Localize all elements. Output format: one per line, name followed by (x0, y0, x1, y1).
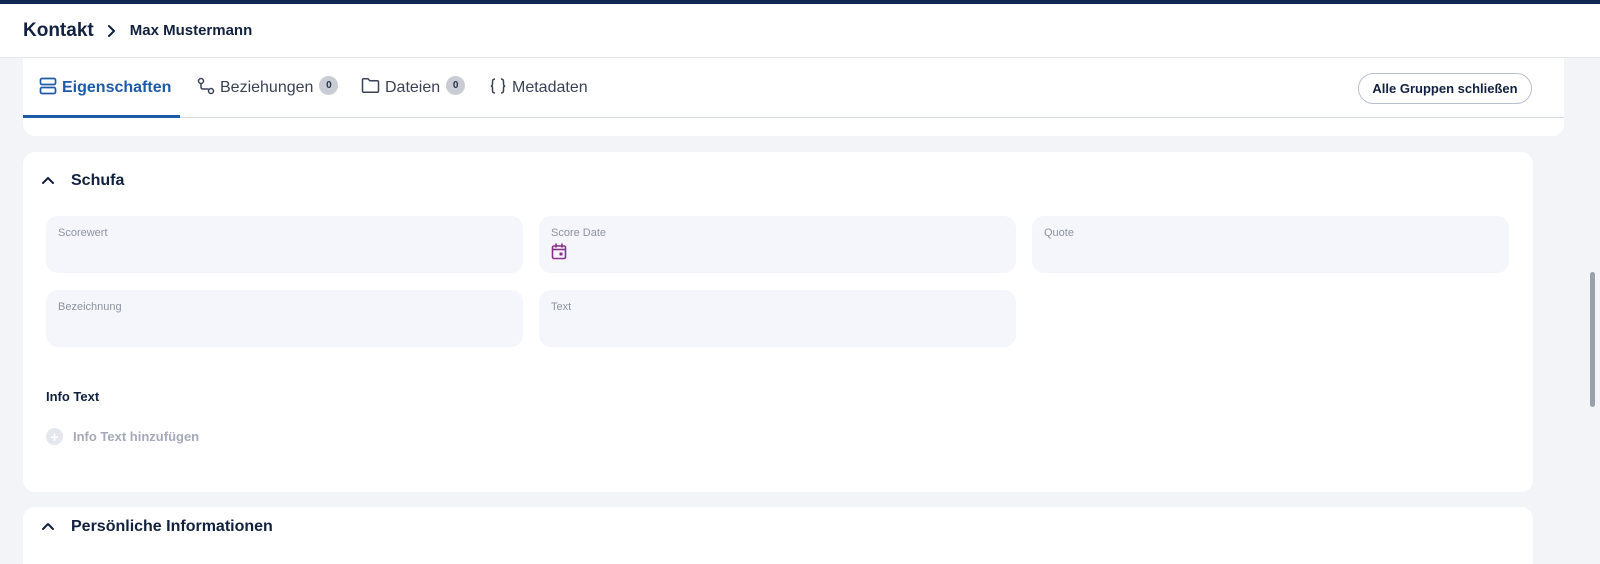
tab-label: Eigenschaften (62, 79, 172, 96)
group-title: Schufa (71, 172, 125, 189)
score-date-field[interactable]: Score Date (539, 216, 1016, 273)
folder-icon (361, 77, 385, 99)
field-label: Scorewert (58, 227, 108, 239)
quote-field[interactable]: Quote (1032, 216, 1509, 273)
tab-metadaten[interactable]: Metadaten (489, 58, 588, 118)
scrollbar-thumb[interactable] (1590, 272, 1595, 407)
tab-beziehungen[interactable]: Beziehungen 0 (197, 58, 339, 118)
tab-label: Dateien (385, 79, 441, 96)
add-info-text-button[interactable]: + Info Text hinzufügen (46, 428, 199, 445)
field-label: Score Date (551, 227, 607, 239)
group-title: Persönliche Informationen (71, 518, 273, 535)
stack-icon (39, 77, 62, 100)
tab-bar: Eigenschaften Beziehungen 0 Dateien 0 Me… (23, 58, 1564, 118)
bezeichnung-field[interactable]: Bezeichnung (46, 290, 523, 347)
tab-dateien[interactable]: Dateien 0 (361, 58, 466, 118)
group-persoenliche-informationen: Persönliche Informationen (23, 507, 1533, 564)
count-badge: 0 (446, 75, 466, 95)
info-text-title: Info Text (46, 389, 100, 404)
tab-label: Metadaten (512, 79, 588, 96)
breadcrumb-root[interactable]: Kontakt (23, 20, 94, 42)
field-label: Quote (1044, 227, 1074, 239)
tabs-card: Eigenschaften Beziehungen 0 Dateien 0 Me… (23, 58, 1564, 136)
active-tab-indicator (23, 115, 180, 118)
count-badge: 0 (319, 75, 339, 95)
plus-circle-icon: + (46, 428, 63, 445)
chevron-up-icon (41, 172, 55, 190)
calendar-icon[interactable] (551, 243, 567, 265)
field-label: Text (551, 301, 572, 313)
collapse-all-button[interactable]: Alle Gruppen schließen (1358, 73, 1532, 104)
chevron-right-icon (106, 24, 116, 38)
field-label: Bezeichnung (58, 301, 122, 313)
chevron-up-icon (41, 518, 55, 536)
header: Kontakt Max Mustermann (0, 4, 1600, 58)
tab-eigenschaften[interactable]: Eigenschaften (39, 58, 171, 118)
relation-icon (197, 77, 220, 100)
breadcrumb-current: Max Mustermann (129, 22, 253, 39)
scorewert-field[interactable]: Scorewert (46, 216, 523, 273)
add-info-text-label: Info Text hinzufügen (73, 429, 200, 444)
group-header-persoenliche-informationen[interactable]: Persönliche Informationen (41, 508, 273, 546)
tab-label: Beziehungen (220, 79, 314, 96)
group-schufa: Schufa Scorewert Score Date Quote Bezeic… (23, 152, 1533, 492)
braces-icon (489, 77, 512, 100)
text-field[interactable]: Text (539, 290, 1016, 347)
group-header-schufa[interactable]: Schufa (41, 162, 124, 200)
